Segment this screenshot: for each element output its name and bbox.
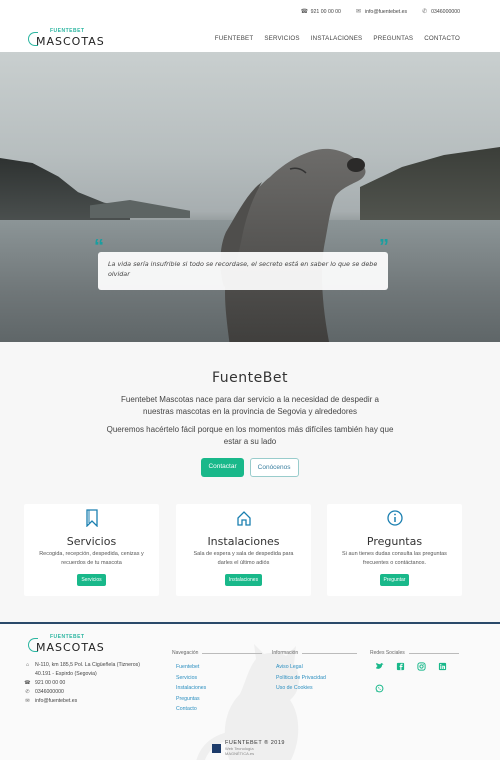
hero-banner: “ ” La vida sería insufrible si todo se …	[0, 52, 500, 342]
site-footer: FUENTEBET MASCOTAS ⌂ N-110, km 185,5 Pol…	[0, 622, 500, 760]
footer-nav-links: Fuentebet Servicios Instalaciones Pregun…	[176, 662, 262, 715]
footer-link-servicios[interactable]: Servicios	[176, 673, 262, 684]
nav-item-contacto[interactable]: CONTACTO	[424, 35, 460, 42]
linkedin-icon[interactable]	[438, 662, 447, 671]
footer-address: ⌂ N-110, km 185,5 Pol. La Cigüeñela (Tiz…	[24, 661, 140, 679]
mail-icon: ✉	[355, 9, 361, 15]
footer-credit[interactable]: FUENTEBET ® 2019 Web Tecnología MAGNÉTIC…	[212, 740, 285, 756]
whatsapp-icon: ✆	[422, 9, 428, 15]
footer-link-aviso-legal[interactable]: Aviso Legal	[276, 662, 357, 673]
footer-link-cookies[interactable]: Uso de Cookies	[276, 683, 357, 694]
footer-nav-heading: Navegación	[172, 650, 263, 656]
location-icon: ⌂	[25, 662, 30, 668]
footer-link-privacidad[interactable]: Política de Privacidad	[276, 673, 357, 684]
card-title: Servicios	[66, 535, 117, 548]
topbar-phone[interactable]: ☎ 921 00 00 00	[301, 9, 341, 15]
facebook-icon[interactable]	[396, 662, 405, 671]
divider	[202, 652, 263, 654]
logo-name: MASCOTAS	[36, 35, 105, 48]
card-text: Si aun tienes dudas consulta las pregunt…	[342, 551, 447, 566]
footer-link-preguntas[interactable]: Preguntas	[176, 694, 262, 705]
nav-item-servicios[interactable]: SERVICIOS	[264, 35, 299, 42]
address-line-2: 40.191 - Espirdo (Segovia)	[35, 671, 97, 677]
site-logo[interactable]: FUENTEBET MASCOTAS	[26, 26, 104, 50]
whatsapp-icon: ✆	[25, 689, 30, 695]
servicios-button[interactable]: Servicios	[77, 574, 106, 586]
footer-social-column: Redes Sociales	[370, 650, 459, 656]
main-nav: FUENTEBET SERVICIOS INSTALACIONES PREGUN…	[215, 35, 460, 42]
service-card-preguntas: Preguntas Si aun tienes dudas consulta l…	[327, 504, 462, 596]
card-title: Preguntas	[366, 535, 423, 548]
about-section: FuenteBet Fuentebet Mascotas nace para d…	[0, 342, 500, 492]
logo-name: MASCOTAS	[36, 641, 105, 654]
footer-info-links: Aviso Legal Política de Privacidad Uso d…	[276, 662, 357, 694]
card-title: Instalaciones	[207, 535, 280, 548]
heading-text: Redes Sociales	[370, 650, 405, 656]
footer-link-contacto[interactable]: Contacto	[176, 704, 262, 715]
service-card-servicios: Servicios Recogida, recepción, despedida…	[24, 504, 159, 596]
nav-item-fuentebet[interactable]: FUENTEBET	[215, 35, 254, 42]
preguntar-button[interactable]: Preguntar	[379, 574, 410, 586]
phone-icon: ☎	[24, 680, 31, 686]
social-icons	[375, 662, 455, 693]
phone-icon: ☎	[300, 9, 309, 15]
hero-hill-far	[90, 200, 190, 218]
address-line-1: N-110, km 185,5 Pol. La Cigüeñela (Tizne…	[35, 662, 140, 668]
footer-logo[interactable]: FUENTEBET MASCOTAS	[26, 632, 104, 656]
credit-text: FUENTEBET ® 2019 Web Tecnología MAGNÉTIC…	[225, 740, 285, 756]
footer-link-fuentebet[interactable]: Fuentebet	[176, 662, 262, 673]
whatsapp-icon[interactable]	[375, 684, 384, 693]
footer-social-heading: Redes Sociales	[370, 650, 459, 656]
heading-text: Información	[272, 650, 299, 656]
address-text: N-110, km 185,5 Pol. La Cigüeñela (Tizne…	[35, 661, 140, 679]
topbar-whatsapp[interactable]: ✆ 0346000000	[421, 9, 460, 15]
divider	[302, 652, 358, 654]
instalaciones-button[interactable]: Instalaciones	[224, 574, 263, 586]
nav-item-instalaciones[interactable]: INSTALACIONES	[311, 35, 363, 42]
footer-phone[interactable]: ☎ 921 00 00 00	[24, 679, 140, 688]
info-icon	[386, 510, 403, 526]
magnetica-logo-icon	[212, 743, 221, 753]
heading-text: Navegación	[172, 650, 199, 656]
hero-hill-right	[360, 147, 500, 227]
bookmark-icon	[85, 509, 98, 528]
service-card-instalaciones: Instalaciones Sala de espera y sala de d…	[176, 504, 311, 596]
topbar-email[interactable]: ✉ info@fuentebet.es	[355, 9, 407, 15]
card-text: Recogida, recepción, despedida, cenizas …	[39, 551, 144, 566]
contactar-button[interactable]: Contactar	[201, 458, 244, 477]
logo-tagline: FUENTEBET	[50, 28, 85, 34]
mail-icon: ✉	[25, 698, 30, 704]
twitter-icon[interactable]	[375, 662, 384, 671]
footer-info-column: Información Aviso Legal Política de Priv…	[272, 650, 358, 694]
instagram-icon[interactable]	[417, 662, 426, 671]
about-buttons: Contactar Conócenos	[0, 458, 500, 477]
credit-sub-2: MAGNÉTICA.es	[225, 751, 255, 756]
footer-info-heading: Información	[272, 650, 358, 656]
site-header: FUENTEBET MASCOTAS FUENTEBET SERVICIOS I…	[0, 24, 500, 52]
top-contact-bar: ☎ 921 00 00 00 ✉ info@fuentebet.es ✆ 034…	[0, 0, 500, 24]
card-text: Sala de espera y sala de despedida para …	[193, 551, 294, 566]
footer-whatsapp[interactable]: ✆ 0346000000	[24, 688, 140, 697]
footer-email[interactable]: ✉ info@fuentebet.es	[24, 697, 140, 706]
services-section: Servicios Recogida, recepción, despedida…	[0, 492, 500, 622]
about-paragraph-2: Queremos hacértelo fácil porque en los m…	[106, 425, 394, 446]
divider	[408, 652, 459, 654]
hero-quote: La vida sería insufrible si todo se reco…	[98, 252, 388, 290]
nav-item-preguntas[interactable]: PREGUNTAS	[373, 35, 413, 42]
footer-contact: ⌂ N-110, km 185,5 Pol. La Cigüeñela (Tiz…	[24, 661, 140, 706]
footer-nav-column: Navegación Fuentebet Servicios Instalaci…	[172, 650, 263, 715]
conocenos-button[interactable]: Conócenos	[249, 458, 299, 477]
logo-tagline: FUENTEBET	[50, 634, 85, 640]
home-icon	[236, 511, 251, 526]
about-paragraph-1: Fuentebet Mascotas nace para dar servici…	[121, 395, 379, 416]
about-title: FuenteBet	[212, 370, 288, 386]
footer-link-instalaciones[interactable]: Instalaciones	[176, 683, 262, 694]
dog-image	[220, 148, 366, 342]
